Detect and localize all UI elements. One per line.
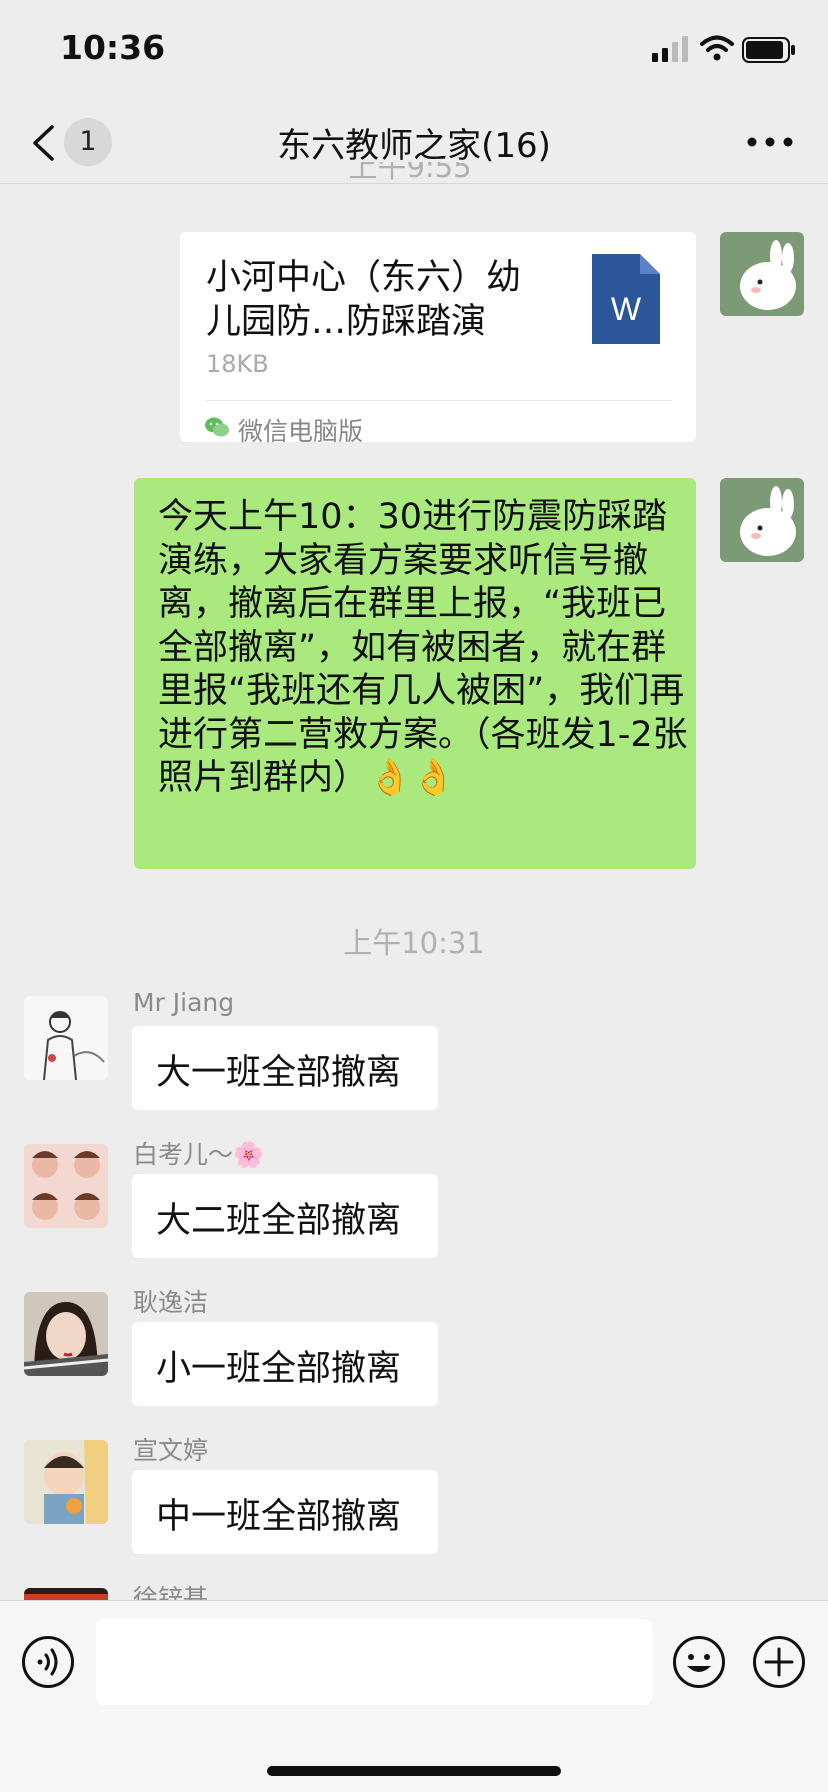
- sender-name: 白考儿～🌸: [133, 1140, 265, 1169]
- emoji-icon[interactable]: [672, 1635, 726, 1689]
- sent-text-message[interactable]: 今天上午10：30进行防震防踩踏演练，大家看方案要求听信号撤离，撤离后在群里上报…: [134, 478, 696, 869]
- rabbit-avatar-icon: [720, 232, 804, 316]
- sender-avatar[interactable]: [24, 996, 108, 1080]
- more-icon[interactable]: [744, 128, 796, 156]
- received-text: 大二班全部撤离: [156, 1201, 402, 1241]
- battery-icon: [742, 37, 795, 63]
- girl-avatar-icon: [24, 1292, 108, 1376]
- sender-name: 耿逸洁: [133, 1288, 209, 1317]
- chevron-left-icon: [33, 125, 54, 161]
- home-indicator[interactable]: [267, 1766, 561, 1776]
- timestamp: 上午10:31: [343, 926, 485, 960]
- message-text: 今天上午10：30进行防震防踩踏演练，大家看方案要求听信号撤离，撤离后在群里上报…: [158, 497, 688, 798]
- file-size: 18KB: [206, 350, 269, 378]
- received-text: 小一班全部撤离: [156, 1349, 402, 1389]
- status-time: 10:36: [60, 28, 166, 67]
- wechat-icon: [205, 417, 229, 437]
- warm-avatar-icon: [24, 1588, 108, 1600]
- my-avatar-2[interactable]: [720, 478, 804, 562]
- sender-avatar[interactable]: [24, 1588, 108, 1600]
- toddler-avatar-icon: [24, 1440, 108, 1524]
- sender-name: Mr Jiang: [133, 988, 235, 1017]
- received-text: 大一班全部撤离: [156, 1053, 402, 1093]
- voice-icon[interactable]: [21, 1635, 75, 1689]
- input-bar: [0, 1600, 828, 1792]
- received-message[interactable]: 小一班全部撤离: [132, 1322, 438, 1406]
- plus-icon[interactable]: [752, 1635, 806, 1689]
- sender-avatar[interactable]: [24, 1292, 108, 1376]
- word-file-letter: W: [611, 291, 642, 327]
- file-name: 小河中心（东六）幼儿园防…防踩踏演: [206, 258, 522, 342]
- received-message[interactable]: 中一班全部撤离: [132, 1470, 438, 1554]
- chat-title: 东六教师之家(16): [277, 126, 551, 166]
- word-file-icon: W: [592, 254, 660, 344]
- received-message[interactable]: 大二班全部撤离: [132, 1174, 438, 1258]
- divider: [206, 400, 672, 401]
- sender-avatar[interactable]: [24, 1144, 108, 1228]
- file-message[interactable]: 小河中心（东六）幼儿园防…防踩踏演 18KB W 微信电脑版: [180, 232, 696, 446]
- back-button[interactable]: 1: [26, 116, 116, 168]
- sender-name: 宣文婷: [133, 1436, 209, 1465]
- timestamp-partial: 上午9:55: [348, 162, 472, 184]
- received-text: 中一班全部撤离: [156, 1497, 402, 1537]
- babies-grid-avatar-icon: [24, 1144, 108, 1228]
- received-message[interactable]: 大一班全部撤离: [132, 1026, 438, 1110]
- sketch-avatar-icon: [24, 996, 108, 1080]
- message-input[interactable]: [96, 1619, 652, 1705]
- signal-icon: [652, 36, 688, 62]
- status-bar: 10:36: [0, 0, 828, 100]
- file-source-label: 微信电脑版: [238, 417, 364, 446]
- sender-name: 徐锌基: [133, 1584, 209, 1600]
- my-avatar[interactable]: [720, 232, 804, 316]
- rabbit-avatar-icon: [720, 478, 804, 562]
- wifi-icon: [700, 35, 734, 61]
- unread-badge: 1: [64, 118, 112, 166]
- sender-avatar[interactable]: [24, 1440, 108, 1524]
